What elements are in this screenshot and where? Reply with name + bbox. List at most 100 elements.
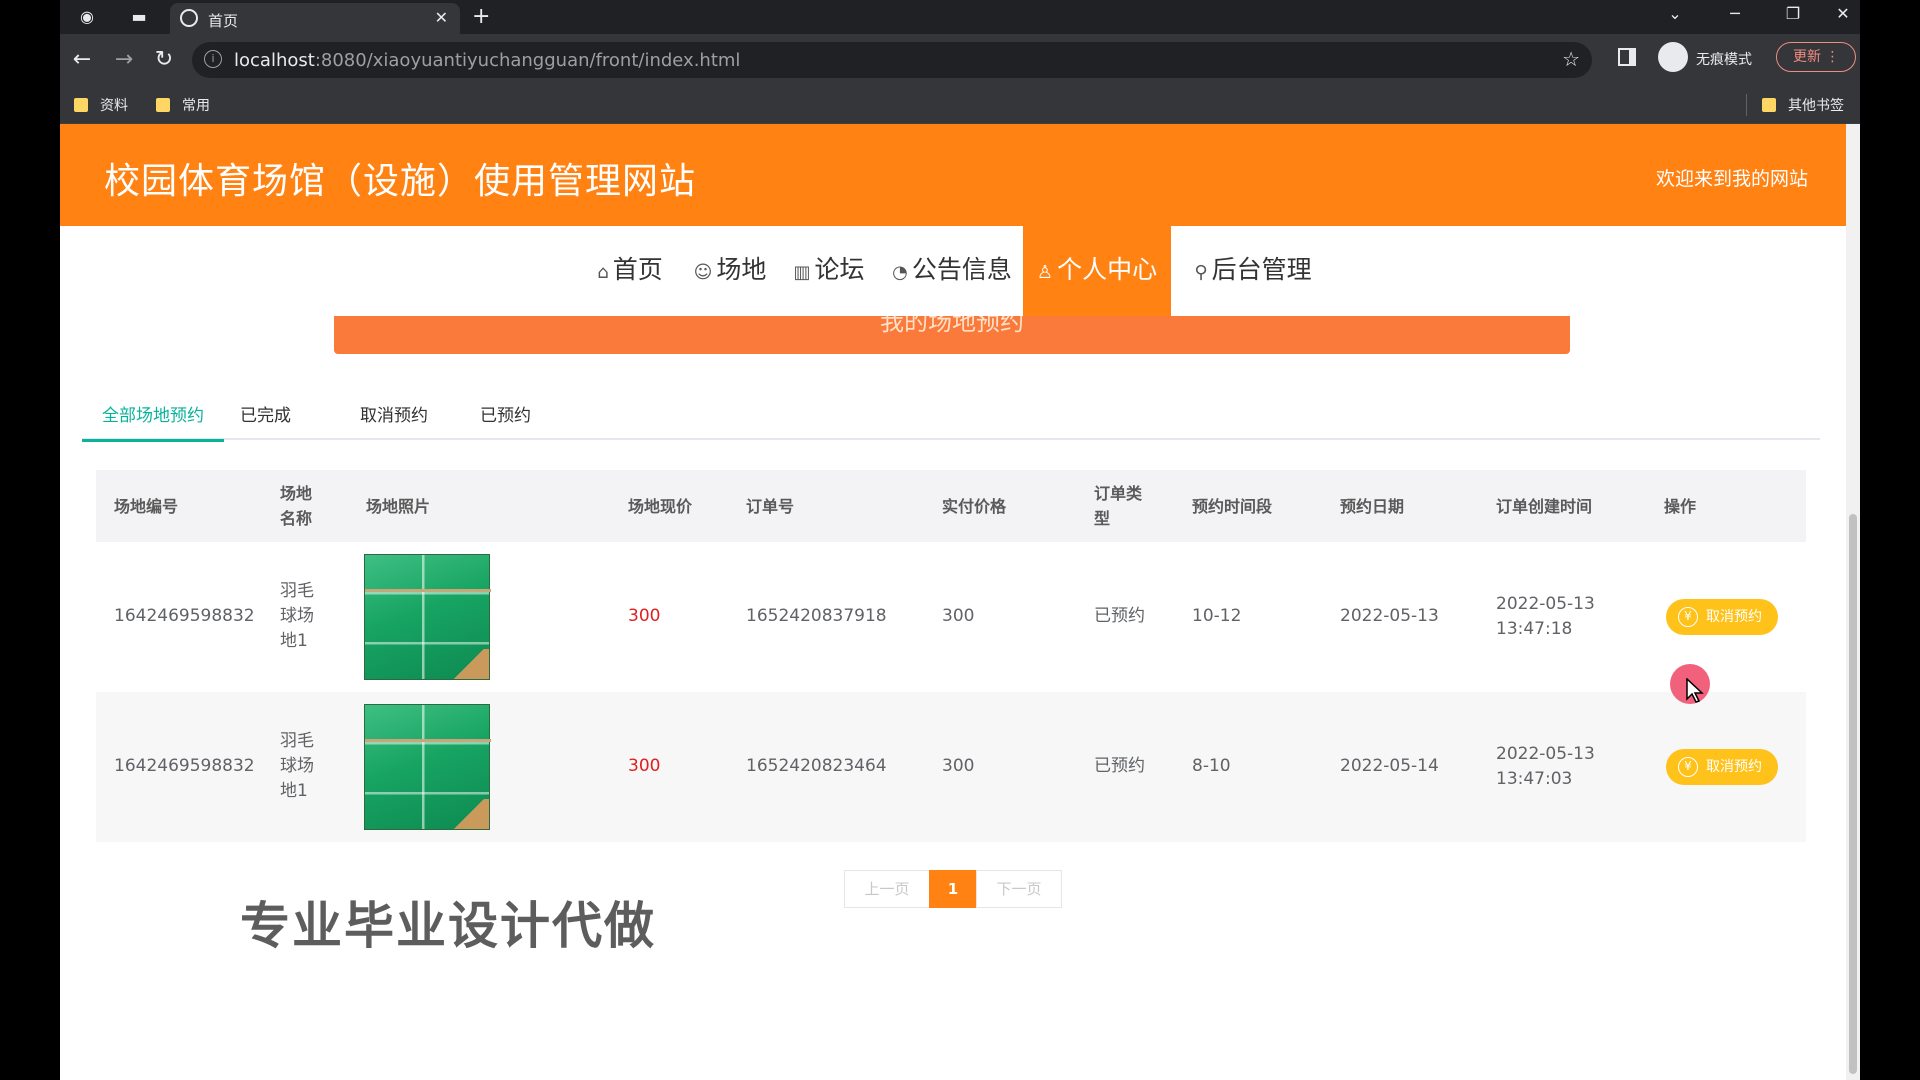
bookmark-folder-1[interactable]: 资料 [74,95,128,115]
bookmark-star-icon[interactable]: ☆ [1562,47,1580,71]
nav-admin[interactable]: ⚲ 后台管理 [1184,226,1322,316]
cell-price-now: 300 [628,756,661,776]
incognito-label: 无痕模式 [1696,52,1752,68]
nav-label: 场地 [716,255,767,284]
header-action: 操作 [1664,497,1697,516]
cell-venue-name: 羽毛球场地1 [280,581,314,651]
nav-label: 公告信息 [911,255,1012,284]
forward-icon[interactable]: → [110,46,138,74]
close-window-icon[interactable]: ✕ [1828,4,1858,23]
cell-paid: 300 [942,606,975,626]
section-banner: 我的场地预约 [334,316,1570,354]
restore-icon[interactable]: ❐ [1778,4,1808,23]
tab-title: 首页 [208,12,239,30]
cell-price-now: 300 [628,606,661,626]
cell-created-date: 2022-05-13 [1496,744,1595,764]
side-panel-icon[interactable] [1618,48,1636,66]
cell-date: 2022-05-13 [1340,606,1439,626]
mouse-cursor-icon [1686,678,1704,703]
tab-all-bookings[interactable]: 全部场地预约 [82,394,224,442]
bookmark-folder-2[interactable]: 常用 [156,95,210,115]
tab-close-icon[interactable]: ✕ [435,8,448,27]
incognito-icon[interactable] [1658,42,1688,72]
browser-window: ◉ ▬ 首页 ✕ + ⌄ ─ ❐ ✕ ← → ↻ i localhost:808… [60,0,1860,1080]
prev-page-button[interactable]: 上一页 [844,870,930,908]
nav-label: 个人中心 [1057,255,1158,284]
tab-search-icon[interactable]: ▬ [126,5,152,29]
bookmark-divider [1746,94,1747,116]
back-icon[interactable]: ← [68,46,96,74]
bookmarks-bar: 资料 常用 其他书签 [60,86,1860,124]
nav-venue[interactable]: ☺ 场地 [690,226,770,316]
screen: ◉ ▬ 首页 ✕ + ⌄ ─ ❐ ✕ ← → ↻ i localhost:808… [0,0,1920,1080]
button-label: 取消预约 [1706,609,1762,625]
nav-label: 首页 [612,255,663,284]
venue-icon: ☺ [693,262,713,283]
url-host: localhost [234,50,315,71]
nav-forum[interactable]: ▥ 论坛 [790,226,868,316]
url-text[interactable]: localhost:8080/xiaoyuantiyuchangguan/fro… [234,50,740,71]
venue-photo [364,704,491,830]
browser-tab[interactable]: 首页 ✕ [170,3,460,34]
net-pole [365,739,491,742]
site-welcome: 欢迎来到我的网站 [1655,168,1808,190]
page-viewport: 校园体育场馆（设施）使用管理网站 欢迎来到我的网站 ⌂ 首页 ☺ 场地 ▥ 论坛 ◔ 公… [60,124,1860,1080]
cancel-booking-button[interactable]: ¥ 取消预约 [1666,599,1778,635]
site-info-icon[interactable]: i [204,50,222,68]
nav-label: 论坛 [814,255,865,284]
tab-completed[interactable]: 已完成 [240,394,291,440]
header-created: 订单创建时间 [1496,497,1593,516]
user-icon: ♙ [1036,262,1054,283]
folder-icon [74,98,88,112]
nav-notice[interactable]: ◔ 公告信息 [884,226,1020,316]
header-order-type: 订单类型 [1094,484,1143,528]
minimize-icon[interactable]: ─ [1720,4,1750,23]
notice-icon: ◔ [892,262,908,283]
update-button[interactable]: 更新 ⋮ [1776,42,1856,72]
folder-icon [1762,98,1776,112]
url-path: :8080/xiaoyuantiyuchangguan/front/index.… [314,50,741,71]
cell-date: 2022-05-14 [1340,756,1439,776]
header-photo: 场地照片 [366,497,431,516]
cell-time-slot: 10-12 [1192,606,1242,626]
cell-created-time: 13:47:18 [1496,619,1573,639]
venue-photo [364,554,491,680]
globe-icon [180,9,198,27]
yen-icon: ¥ [1678,607,1698,627]
header-time-slot: 预约时间段 [1192,497,1273,516]
tab-list-chevron-icon[interactable]: ⌄ [1660,4,1690,23]
next-page-button[interactable]: 下一页 [976,870,1062,908]
reload-icon[interactable]: ↻ [150,46,178,74]
nav-home[interactable]: ⌂ 首页 [592,226,668,316]
page-scrollbar[interactable] [1846,124,1860,1080]
cell-venue-name: 羽毛球场地1 [280,731,314,801]
page-1-button[interactable]: 1 [929,870,977,908]
watermark-text: 专业毕业设计代做 [240,897,656,955]
browser-menu-icon[interactable]: ◉ [74,5,100,29]
address-bar[interactable]: i localhost:8080/xiaoyuantiyuchangguan/f… [192,42,1592,78]
header-paid: 实付价格 [942,497,1007,516]
button-label: 取消预约 [1706,759,1762,775]
other-bookmarks[interactable]: 其他书签 [1762,95,1844,115]
cancel-booking-button[interactable]: ¥ 取消预约 [1666,749,1778,785]
cell-paid: 300 [942,756,975,776]
table-row: 1642469598832 羽毛球场地1 300 1652420823464 3… [96,692,1806,842]
cell-order-no: 1652420837918 [746,606,887,626]
tab-booked[interactable]: 已预约 [480,394,531,440]
cell-time-slot: 8-10 [1192,756,1231,776]
new-tab-button[interactable]: + [472,4,490,29]
home-icon: ⌂ [597,262,609,283]
yen-icon: ¥ [1678,757,1698,777]
header-venue-no: 场地编号 [114,497,179,516]
nav-personal-center[interactable]: ♙ 个人中心 [1023,226,1171,316]
header-date: 预约日期 [1340,497,1405,516]
tab-cancelled[interactable]: 取消预约 [360,394,428,440]
tab-strip: ◉ ▬ 首页 ✕ + ⌄ ─ ❐ ✕ [60,0,1860,34]
cell-venue-no: 1642469598832 [114,606,255,626]
header-venue-name: 场地名称 [280,484,313,528]
filter-tabs: 全部场地预约 已完成 取消预约 已预约 [82,394,1820,442]
scrollbar-thumb[interactable] [1849,514,1857,1074]
cell-created-date: 2022-05-13 [1496,594,1595,614]
table-header: 场地编号 场地名称 场地照片 场地现价 订单号 实付价格 订单类型 预约时间段 … [96,470,1806,542]
site-title: 校园体育场馆（设施）使用管理网站 [104,161,697,202]
